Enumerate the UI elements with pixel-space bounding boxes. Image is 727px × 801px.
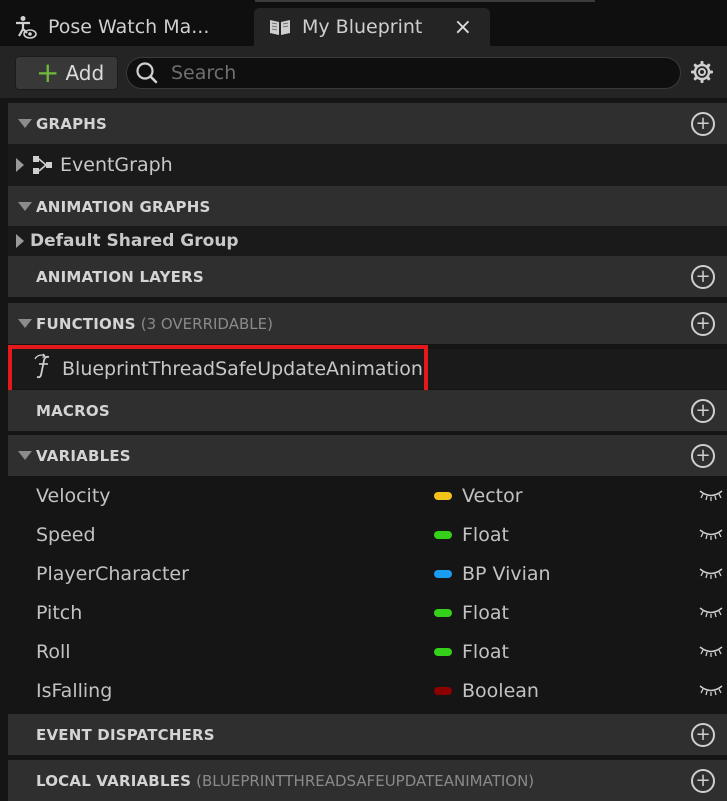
add-macro-icon[interactable]: + — [691, 399, 715, 423]
add-button-label: Add — [65, 61, 105, 85]
add-animation-layer-icon[interactable]: + — [691, 265, 715, 289]
toolbar: + Add — [0, 46, 727, 98]
section-title: LOCAL VARIABLES — [36, 771, 192, 790]
section-variables[interactable]: VARIABLES + — [8, 435, 727, 476]
close-icon[interactable]: × — [454, 15, 472, 40]
variable-name: PlayerCharacter — [36, 562, 189, 585]
section-title: FUNCTIONS — [36, 314, 136, 333]
variable-row[interactable]: PlayerCharacter BP Vivian — [8, 554, 727, 593]
tab-label: Pose Watch Ma... — [48, 16, 210, 38]
graph-item-eventgraph[interactable]: EventGraph — [8, 144, 727, 186]
expand-arrow-icon[interactable] — [16, 158, 24, 172]
function-label: BlueprintThreadSafeUpdateAnimation — [62, 358, 423, 380]
section-title: ANIMATION LAYERS — [36, 267, 204, 286]
variable-row[interactable]: Pitch Float — [8, 593, 727, 632]
variable-name: Velocity — [36, 484, 111, 507]
graph-item-label: EventGraph — [60, 154, 173, 176]
group-label: Default Shared Group — [30, 231, 239, 251]
variable-name: Pitch — [36, 601, 83, 624]
section-title: EVENT DISPATCHERS — [36, 725, 215, 744]
section-graphs[interactable]: GRAPHS + — [8, 103, 727, 144]
type-pill-icon — [434, 531, 452, 539]
type-pill-icon — [434, 609, 452, 617]
search-icon — [135, 61, 159, 85]
add-event-dispatcher-icon[interactable]: + — [691, 723, 715, 747]
closed-eye-icon[interactable] — [698, 564, 724, 586]
tab-bar-top-line — [255, 0, 595, 2]
add-graph-icon[interactable]: + — [691, 112, 715, 136]
type-pill-icon — [434, 687, 452, 695]
variable-name: IsFalling — [36, 679, 113, 702]
plus-icon: + — [36, 56, 60, 89]
variable-name: Roll — [36, 640, 71, 663]
expand-arrow-icon[interactable] — [16, 234, 24, 248]
search-input[interactable] — [169, 61, 653, 85]
gear-icon[interactable] — [690, 60, 714, 88]
add-function-icon[interactable]: + — [691, 312, 715, 336]
type-pill-icon — [434, 492, 452, 500]
section-title: VARIABLES — [36, 446, 131, 465]
closed-eye-icon[interactable] — [698, 642, 724, 664]
collapse-arrow-icon[interactable] — [18, 319, 32, 328]
section-title: GRAPHS — [36, 114, 108, 133]
function-icon — [34, 353, 56, 385]
tab-my-blueprint[interactable]: My Blueprint × — [254, 8, 490, 46]
type-pill-icon — [434, 648, 452, 656]
variable-row[interactable]: IsFalling Boolean — [8, 671, 727, 710]
search-box[interactable] — [126, 57, 681, 89]
variable-type[interactable]: Boolean — [462, 680, 539, 702]
closed-eye-icon[interactable] — [698, 603, 724, 625]
section-local-variables[interactable]: LOCAL VARIABLES (BLUEPRINTTHREADSAFEUPDA… — [8, 760, 727, 801]
variables-list: Velocity Vector Speed Float PlayerCharac… — [8, 476, 727, 714]
variable-row[interactable]: Speed Float — [8, 515, 727, 554]
tab-pose-watch[interactable]: Pose Watch Ma... — [0, 8, 248, 46]
section-subtitle: (BLUEPRINTTHREADSAFEUPDATEANIMATION) — [196, 771, 535, 790]
variable-name: Speed — [36, 523, 96, 546]
section-animation-layers[interactable]: ANIMATION LAYERS + — [8, 256, 727, 297]
closed-eye-icon[interactable] — [698, 525, 724, 547]
add-variable-icon[interactable]: + — [691, 444, 715, 468]
section-functions[interactable]: FUNCTIONS (3 OVERRIDABLE) + — [8, 303, 727, 344]
book-icon — [268, 15, 292, 39]
collapse-arrow-icon[interactable] — [18, 451, 32, 460]
add-button[interactable]: + Add — [15, 56, 118, 90]
variable-row[interactable]: Velocity Vector — [8, 476, 727, 515]
variable-type[interactable]: Float — [462, 602, 509, 624]
section-subtitle: (3 OVERRIDABLE) — [140, 314, 273, 333]
tab-label: My Blueprint — [302, 16, 423, 38]
tab-bar: Pose Watch Ma... My Blueprint × — [0, 0, 727, 46]
section-title: MACROS — [36, 401, 110, 420]
closed-eye-icon[interactable] — [698, 486, 724, 508]
pose-watch-icon — [14, 15, 38, 39]
variable-type[interactable]: Float — [462, 641, 509, 663]
variable-type[interactable]: BP Vivian — [462, 563, 551, 585]
section-macros[interactable]: MACROS + — [8, 390, 727, 431]
section-event-dispatchers[interactable]: EVENT DISPATCHERS + — [8, 714, 727, 755]
collapse-arrow-icon[interactable] — [18, 202, 32, 211]
closed-eye-icon[interactable] — [698, 681, 724, 703]
variable-type[interactable]: Vector — [462, 485, 523, 507]
function-item[interactable]: BlueprintThreadSafeUpdateAnimation — [8, 349, 727, 389]
type-pill-icon — [434, 570, 452, 578]
graph-icon — [32, 154, 54, 176]
variable-row[interactable]: Roll Float — [8, 632, 727, 671]
section-animation-graphs[interactable]: ANIMATION GRAPHS — [8, 186, 727, 227]
add-local-variable-icon[interactable]: + — [691, 769, 715, 793]
variable-type[interactable]: Float — [462, 524, 509, 546]
section-title: ANIMATION GRAPHS — [36, 197, 211, 216]
collapse-arrow-icon[interactable] — [18, 119, 32, 128]
animation-graph-group-default[interactable]: Default Shared Group — [8, 226, 727, 256]
